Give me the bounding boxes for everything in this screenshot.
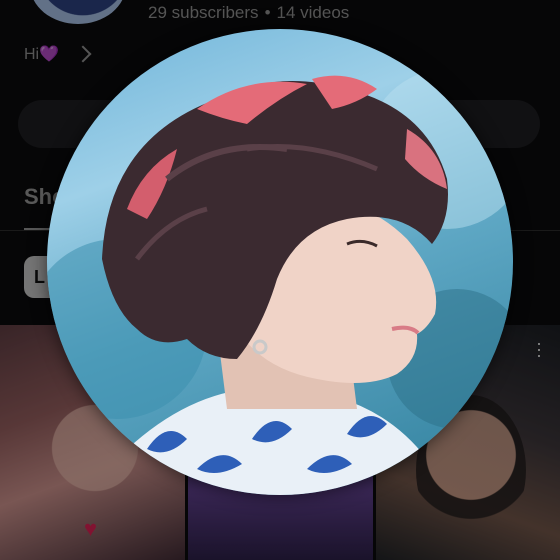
profile-avatar-enlarged bbox=[47, 29, 513, 495]
profile-photo-illustration bbox=[47, 69, 513, 495]
